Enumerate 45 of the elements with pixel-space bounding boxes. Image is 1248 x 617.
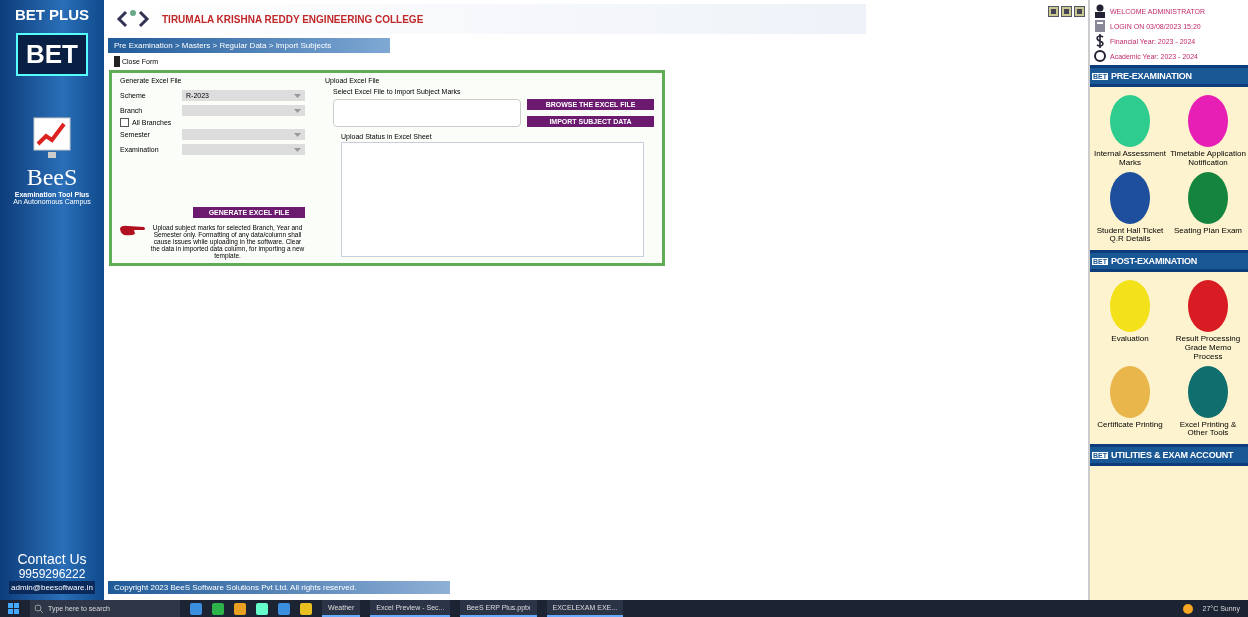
file-path-field[interactable] <box>333 99 521 127</box>
caret-icon <box>294 132 301 137</box>
section-title: PRE-EXAMINATION <box>1111 71 1192 81</box>
college-logo-icon <box>116 8 150 30</box>
breadcrumb-bar: Pre Examination > Masters > Regular Data > Import Subjects <box>108 38 390 53</box>
section-title: UTILITIES & EXAM ACCOUNT <box>1111 450 1234 461</box>
module-tile[interactable]: Seating Plan Exam <box>1170 171 1246 245</box>
status-bar: Copyright 2023 BeeS Software Solutions Pvt Ltd. All rights reserved. <box>108 581 450 594</box>
module-tile[interactable]: Excel Printing & Other Tools <box>1170 365 1246 439</box>
app-icon <box>300 602 312 615</box>
app-icon <box>234 602 246 615</box>
dropdown-field[interactable] <box>182 105 305 116</box>
window-control-icon <box>1061 6 1072 17</box>
weather-icon <box>1182 603 1193 614</box>
app-icon <box>278 602 290 615</box>
windows-start-icon <box>8 602 20 615</box>
module-tile[interactable]: Timetable Application Notification <box>1170 95 1246 168</box>
phone-number: 9959296222 <box>18 567 86 581</box>
module-tile[interactable]: Certificate Printing <box>1092 365 1168 439</box>
email-link[interactable]: admin@beesoftware.in <box>9 581 95 594</box>
search-icon <box>34 603 44 614</box>
brand-title: BET PLUS <box>14 6 90 23</box>
user-icon <box>1094 4 1106 18</box>
caret-icon <box>294 147 301 152</box>
module-tile[interactable]: Evaluation <box>1092 280 1168 362</box>
app-icon <box>212 602 224 615</box>
pointing-hand-icon <box>120 224 146 236</box>
caret-icon <box>294 108 301 113</box>
contact-title: Contact Us <box>17 551 87 567</box>
chart-icon <box>32 116 72 160</box>
section-title: POST-EXAMINATION <box>1111 256 1198 267</box>
dropdown-field[interactable] <box>182 129 305 140</box>
window-control-icon <box>1074 6 1085 17</box>
app-icon <box>256 602 268 615</box>
module-tile[interactable]: Internal Assessment Marks <box>1092 95 1168 168</box>
caret-icon <box>294 93 301 98</box>
dollar-icon <box>1094 34 1106 48</box>
module-tile[interactable]: Result Processing Grade Memo Process <box>1170 280 1246 362</box>
window-control-icon <box>1048 6 1059 17</box>
product-name: BeeS <box>26 164 78 191</box>
app-icon <box>190 602 202 615</box>
logo-badge: BET <box>16 33 88 76</box>
college-name: TIRUMALA KRISHNA REDDY ENGINEERING COLLEGE <box>162 13 424 25</box>
dropdown-field[interactable] <box>182 144 305 155</box>
module-tile[interactable]: Student Hall Ticket Q.R Details <box>1092 171 1168 245</box>
